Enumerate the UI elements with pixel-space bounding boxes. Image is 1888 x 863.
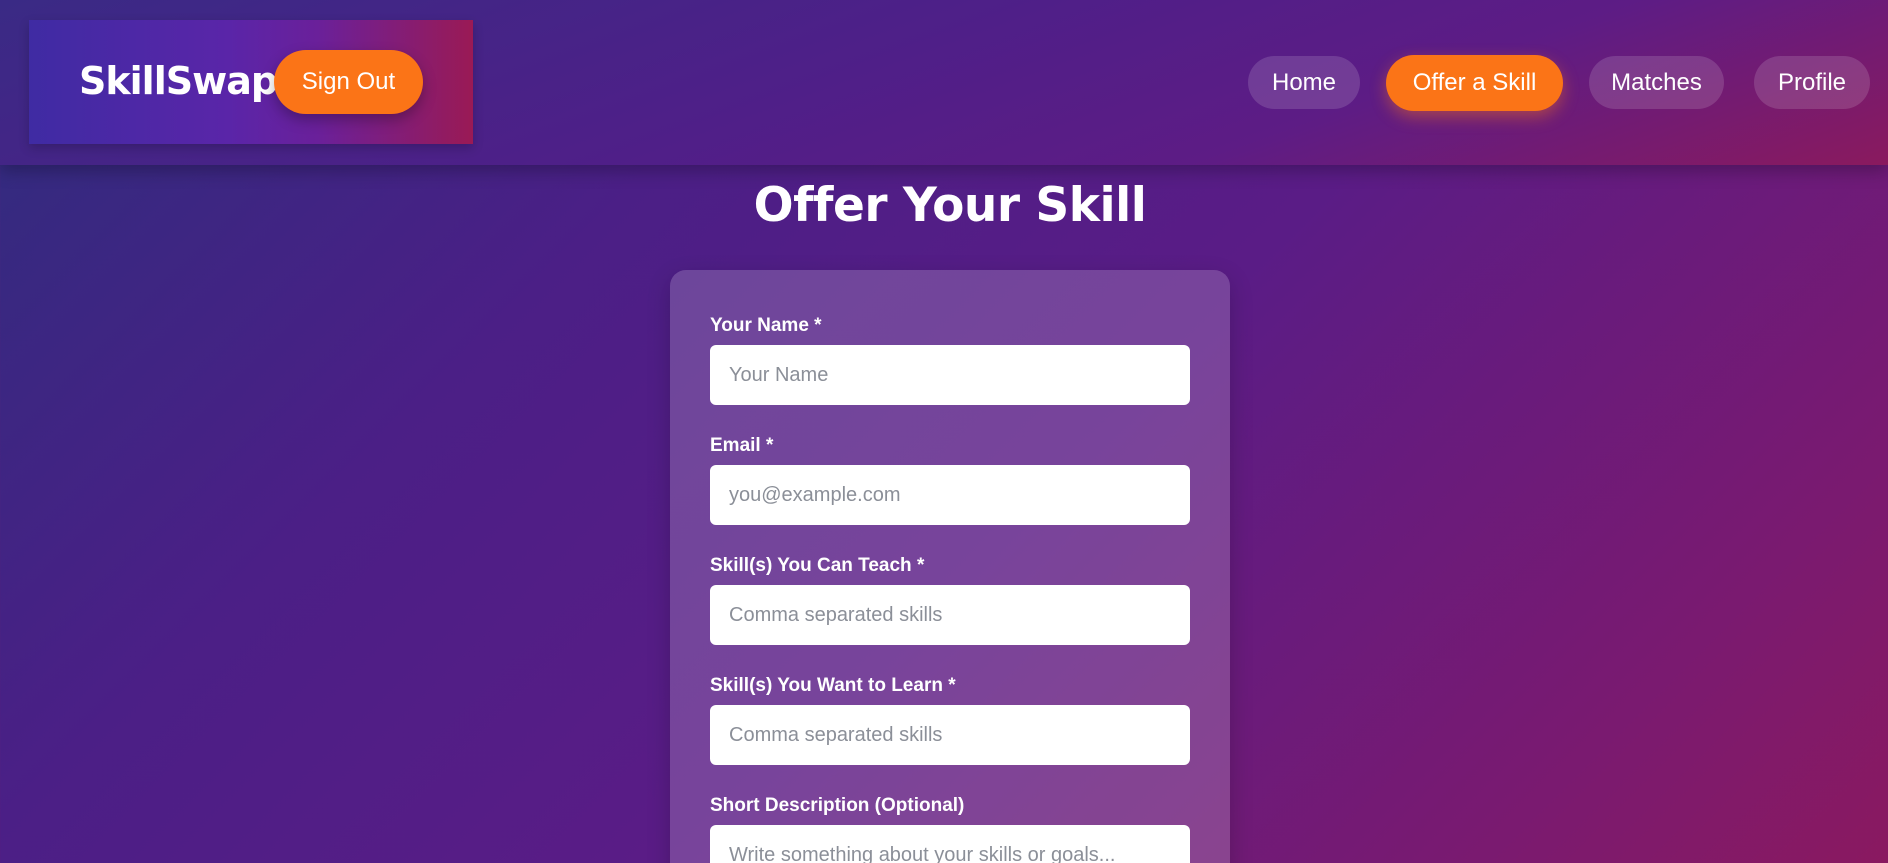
teach-skills-field[interactable]: [710, 585, 1190, 645]
name-field[interactable]: [710, 345, 1190, 405]
name-label: Your Name *: [710, 315, 822, 336]
learn-skills-label: Skill(s) You Want to Learn *: [710, 675, 956, 696]
nav-profile[interactable]: Profile: [1754, 56, 1870, 109]
brand-logo[interactable]: SkillSwap: [79, 59, 278, 103]
top-header: SkillSwap Sign Out Home Offer a Skill Ma…: [0, 0, 1888, 165]
offer-skill-form: Your Name * Email * Skill(s) You Can Tea…: [670, 270, 1230, 863]
learn-skills-field[interactable]: [710, 705, 1190, 765]
nav-matches[interactable]: Matches: [1589, 56, 1724, 109]
nav-offer-skill[interactable]: Offer a Skill: [1386, 55, 1563, 111]
brand-panel: SkillSwap Sign Out: [29, 20, 473, 144]
teach-skills-label: Skill(s) You Can Teach *: [710, 555, 925, 576]
email-label: Email *: [710, 435, 774, 456]
nav-home[interactable]: Home: [1248, 56, 1360, 109]
description-field[interactable]: [710, 825, 1190, 863]
sign-out-button[interactable]: Sign Out: [274, 50, 423, 114]
email-field[interactable]: [710, 465, 1190, 525]
description-label: Short Description (Optional): [710, 795, 965, 816]
page-title: Offer Your Skill: [753, 178, 1147, 233]
